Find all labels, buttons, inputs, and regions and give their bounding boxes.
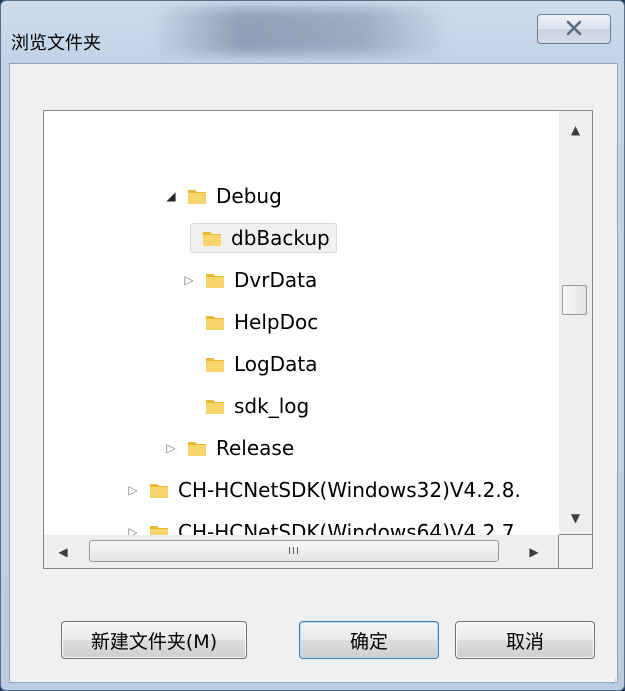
- horizontal-scrollbar[interactable]: ◀ III ▶: [43, 535, 559, 569]
- tree-item-helpdoc[interactable]: HelpDoc: [198, 305, 318, 339]
- cancel-button[interactable]: 取消: [455, 621, 595, 659]
- browse-folder-dialog: 浏览文件夹 ◢ Debug dbBackup ▷ DvrData HelpDoc…: [0, 0, 625, 691]
- tree-item-label: sdk_log: [234, 394, 310, 418]
- tree-item-label: DvrData: [234, 268, 318, 292]
- title-bar[interactable]: 浏览文件夹: [1, 1, 624, 63]
- tree-item-label: HelpDoc: [234, 310, 319, 334]
- title-bar-glass: [151, 7, 451, 55]
- window-title: 浏览文件夹: [11, 33, 101, 54]
- tree-item-debug[interactable]: ◢ Debug: [162, 179, 282, 213]
- tree-item-label: Debug: [216, 184, 282, 208]
- expanded-arrow-icon[interactable]: ◢: [162, 189, 180, 203]
- ok-button[interactable]: 确定: [299, 621, 439, 659]
- scroll-grip-icon: III: [288, 545, 300, 557]
- tree-item-label: LogData: [234, 352, 318, 376]
- tree-item-dvrdata[interactable]: ▷ DvrData: [180, 263, 317, 297]
- tree-item-release[interactable]: ▷ Release: [162, 431, 294, 465]
- folder-icon: [204, 353, 226, 375]
- collapsed-arrow-icon[interactable]: ▷: [124, 483, 142, 497]
- folder-icon: [201, 227, 223, 249]
- folder-icon: [204, 311, 226, 333]
- tree-item-label: dbBackup: [231, 226, 330, 250]
- tree-item-hcnetsdk-win32[interactable]: ▷ CH-HCNetSDK(Windows32)V4.2.8.: [124, 473, 521, 507]
- tree-item-label: Release: [216, 436, 295, 460]
- resize-grip-icon[interactable]: ⋰: [611, 676, 620, 686]
- folder-icon: [204, 269, 226, 291]
- scroll-down-icon[interactable]: ▼: [559, 503, 592, 533]
- tree-item-dbbackup[interactable]: dbBackup: [190, 221, 337, 255]
- collapsed-arrow-icon[interactable]: ▷: [180, 273, 198, 287]
- selection-highlight: dbBackup: [190, 223, 337, 253]
- folder-tree[interactable]: ◢ Debug dbBackup ▷ DvrData HelpDoc LogDa…: [43, 110, 561, 537]
- tree-item-logdata[interactable]: LogData: [198, 347, 317, 381]
- folder-icon: [204, 395, 226, 417]
- horizontal-scroll-thumb[interactable]: III: [89, 540, 499, 562]
- scroll-right-icon[interactable]: ▶: [519, 535, 549, 568]
- folder-icon: [148, 479, 170, 501]
- vertical-scrollbar[interactable]: ▲ ▼: [559, 110, 593, 535]
- new-folder-button[interactable]: 新建文件夹(M): [61, 621, 247, 659]
- scroll-left-icon[interactable]: ◀: [48, 535, 78, 568]
- tree-item-sdk-log[interactable]: sdk_log: [198, 389, 309, 423]
- close-icon: [565, 17, 583, 41]
- close-button[interactable]: [537, 14, 611, 44]
- folder-icon: [186, 185, 208, 207]
- tree-item-hcnetsdk-win64[interactable]: ▷ CH-HCNetSDK(Windows64)V4.2.7.: [124, 515, 521, 536]
- collapsed-arrow-icon[interactable]: ▷: [162, 441, 180, 455]
- tree-item-label: CH-HCNetSDK(Windows32)V4.2.8.: [178, 478, 521, 502]
- scroll-up-icon[interactable]: ▲: [559, 115, 592, 145]
- vertical-scroll-thumb[interactable]: [562, 285, 587, 315]
- scrollbar-corner: [559, 535, 593, 569]
- folder-icon: [186, 437, 208, 459]
